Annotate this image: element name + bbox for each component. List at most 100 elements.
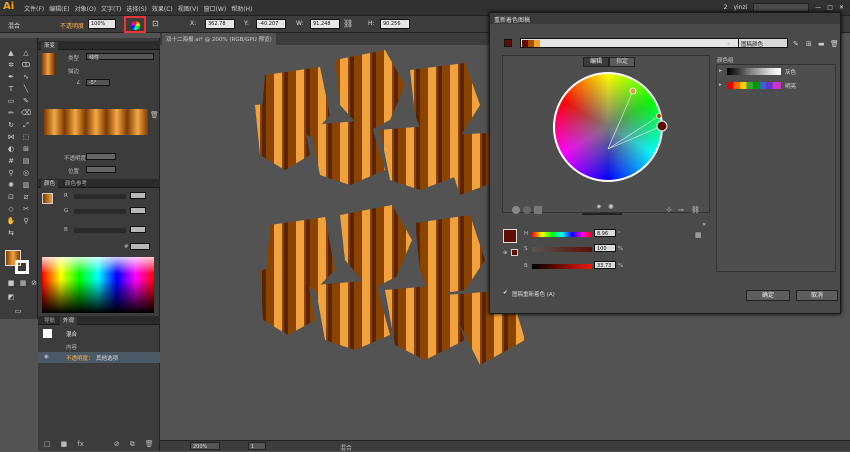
r-field[interactable] (130, 192, 146, 199)
close-icon[interactable]: ✕ (839, 4, 844, 11)
small-color-swatch[interactable] (511, 249, 518, 256)
free-transform-icon[interactable]: ⬚ (20, 132, 32, 143)
delete-stop-icon[interactable]: 🗑 (150, 111, 159, 119)
appearance-content[interactable]: 内容 (66, 343, 77, 351)
menu-item-effect[interactable]: 效果(C) (152, 4, 173, 13)
w-field[interactable]: 91.248 (310, 19, 340, 29)
artwork-text-bottom[interactable] (260, 205, 525, 365)
gradient-position-field[interactable] (86, 166, 116, 173)
saturation-icon[interactable]: ✺ (608, 203, 614, 211)
color-spectrum[interactable] (42, 257, 154, 313)
b-slider[interactable] (74, 228, 126, 233)
slice-tool-icon[interactable]: ⧄ (20, 192, 32, 203)
visibility-eye-icon[interactable]: ◉ (44, 354, 49, 360)
shape-builder-icon[interactable]: ◐ (5, 144, 17, 155)
b-field[interactable] (130, 226, 146, 233)
selected-color-preview[interactable] (503, 229, 517, 243)
graph-tool-icon[interactable]: ▥ (20, 180, 32, 191)
curvature-tool-icon[interactable]: ∿ (20, 72, 32, 83)
opacity-field[interactable]: 100% (88, 19, 116, 29)
link-harmony-icon[interactable]: ⛓ (691, 206, 700, 214)
color-group-bright[interactable]: ▸ 明亮 (718, 81, 834, 91)
segmented-wheel-icon[interactable] (523, 206, 531, 214)
g-field[interactable] (130, 207, 146, 214)
perspective-grid-icon[interactable]: ⊞ (20, 144, 32, 155)
s-slider[interactable] (532, 247, 592, 252)
tab-color-guide[interactable]: 颜色参考 (62, 180, 90, 188)
user-name[interactable]: yinzi (733, 4, 747, 11)
blend-tool-icon[interactable]: ◎ (20, 168, 32, 179)
colors-dropdown-icon[interactable]: ▾ (727, 40, 731, 48)
h-slider[interactable] (532, 232, 592, 237)
clear-appearance-icon[interactable]: ⊘ (114, 440, 120, 449)
tab-assign[interactable]: 指定 (609, 57, 635, 67)
marker-dark-red[interactable] (656, 120, 668, 132)
gradient-tool-icon[interactable]: ▤ (20, 156, 32, 167)
add-fill-icon[interactable]: ■ (61, 440, 68, 449)
artwork-text-top[interactable] (255, 50, 500, 195)
screen-mode-icon[interactable]: ▭ (12, 306, 24, 317)
menu-item-help[interactable]: 帮助(H) (231, 4, 252, 13)
colors-bar[interactable] (520, 38, 752, 48)
current-color-swatch[interactable] (504, 39, 512, 47)
rotate-tool-icon[interactable]: ↻ (5, 120, 17, 131)
fill-stroke-swap-icon[interactable]: ⇆ (5, 228, 17, 239)
notification-count[interactable]: 2 (724, 4, 728, 11)
color-mode-icon-dialog[interactable]: ▦ (695, 231, 702, 239)
align-icon[interactable]: ⊡ (152, 19, 159, 28)
gray-swatches[interactable] (727, 68, 781, 75)
recolor-artwork-highlight[interactable] (124, 16, 146, 33)
menu-item-view[interactable]: 视图(V) (178, 4, 199, 13)
delete-group-icon[interactable]: 🗑 (830, 40, 839, 48)
menu-item-object[interactable]: 对象(O) (75, 4, 96, 13)
smooth-wheel-icon[interactable] (512, 206, 520, 214)
remove-color-tool-icon[interactable]: ⊸ (678, 206, 684, 214)
eyedropper-icon[interactable]: ✎ (793, 40, 799, 48)
pen-tool-icon[interactable]: ✒ (5, 72, 17, 83)
y-field[interactable]: -40.207 (256, 19, 286, 29)
h-field[interactable]: 8.96 (594, 229, 616, 237)
color-fill-swatch[interactable] (42, 193, 53, 204)
zoom-field[interactable]: 200% (190, 442, 220, 450)
tab-edit[interactable]: 编辑 (583, 57, 609, 67)
appearance-opacity-label[interactable]: 不透明度： (66, 354, 94, 362)
marker-orange[interactable] (656, 113, 662, 119)
menu-item-window[interactable]: 窗口(W) (204, 4, 227, 13)
ok-button[interactable]: 确定 (746, 290, 790, 301)
add-stroke-icon[interactable]: □ (44, 440, 51, 449)
recolor-artwork-icon[interactable] (130, 21, 140, 30)
recolor-artwork-option[interactable]: ✔ 图稿重新着色 (A) (503, 290, 663, 300)
menu-item-select[interactable]: 选择(S) (126, 4, 147, 13)
artboard-page-field[interactable]: 1 (248, 442, 266, 450)
constrain-icon[interactable]: ⛓ (343, 19, 353, 28)
add-color-tool-icon[interactable]: ⊹ (666, 206, 672, 214)
pencil-tool-icon[interactable]: ✏ (5, 108, 17, 119)
zoom-tool-icon[interactable]: ⚲ (20, 216, 32, 227)
gradient-slider[interactable] (44, 109, 148, 135)
b-field[interactable]: 33.73 (594, 261, 616, 269)
s-field[interactable]: 100 (594, 244, 616, 252)
color-mode-menu-icon[interactable]: ⊕ (503, 249, 507, 257)
tab-appearance[interactable]: 外观 (60, 317, 78, 325)
cancel-button[interactable]: 取消 (796, 290, 838, 301)
gradient-preview[interactable] (41, 53, 55, 75)
artboard-tool-icon[interactable]: ⊡ (5, 192, 17, 203)
b-slider[interactable] (532, 264, 592, 269)
appearance-opacity-row[interactable]: ◉ 不透明度： 其他选项 (38, 352, 160, 363)
color-group-name-field[interactable]: 图稿颜色 (738, 38, 788, 48)
gradient-type-select[interactable]: 线性 (86, 53, 154, 61)
duplicate-item-icon[interactable]: ⧉ (130, 440, 135, 449)
brightness-slider[interactable] (582, 213, 622, 215)
hex-field[interactable] (130, 243, 150, 250)
document-tab[interactable]: 双十二海报.ai* @ 200% (RGB/GPU 预览) (162, 33, 276, 45)
search-input[interactable] (753, 3, 810, 12)
x-field[interactable]: 362.78 (205, 19, 235, 29)
new-group-icon[interactable]: ⊞ (806, 40, 812, 48)
minimize-icon[interactable]: — (815, 4, 821, 11)
width-tool-icon[interactable]: ⋈ (5, 132, 17, 143)
g-slider[interactable] (74, 209, 126, 214)
bright-swatches[interactable] (727, 82, 781, 89)
symbol-sprayer-icon[interactable]: ✺ (5, 180, 17, 191)
h-field[interactable]: 90.256 (380, 19, 410, 29)
eyedropper-tool-icon[interactable]: ⚲ (5, 168, 17, 179)
